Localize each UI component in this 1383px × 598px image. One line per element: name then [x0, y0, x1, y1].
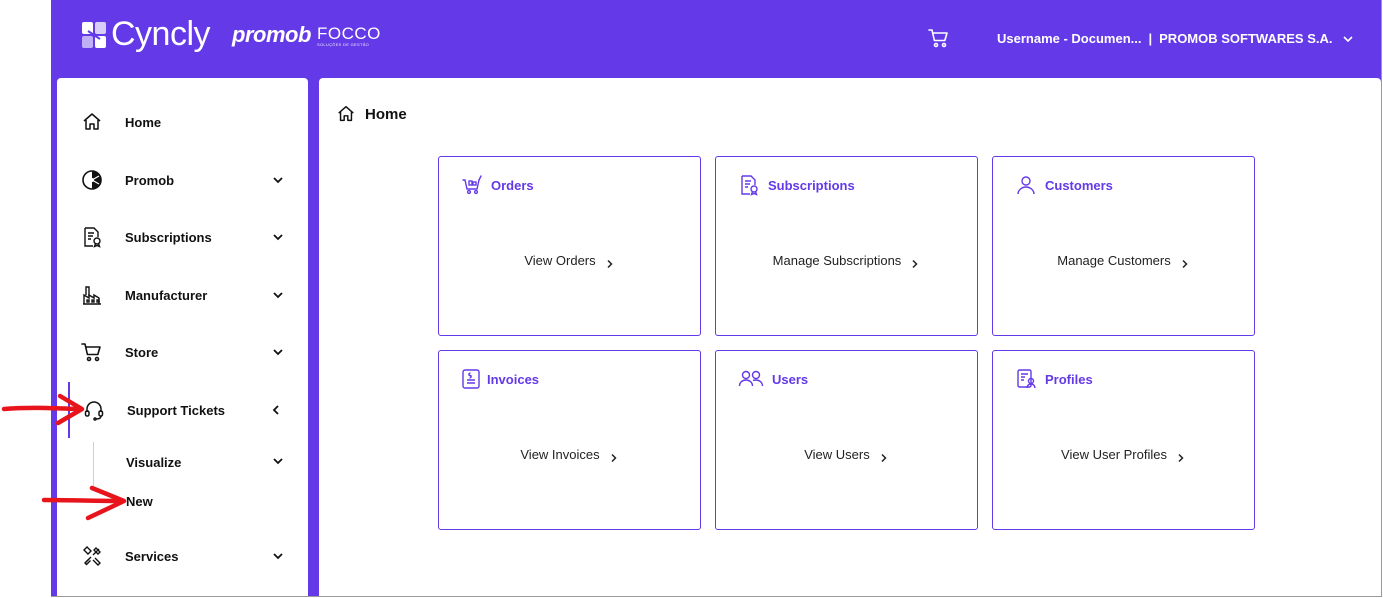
home-icon — [336, 104, 356, 124]
profiles-icon — [1015, 368, 1037, 390]
card-title: Users — [772, 371, 809, 387]
sidebar-item-subscriptions[interactable]: Subscriptions — [57, 217, 308, 257]
sidebar-item-services[interactable]: Services — [57, 536, 308, 576]
card-title: Orders — [491, 177, 534, 193]
annotation-arrow-icon — [41, 485, 127, 521]
users-icon — [738, 368, 764, 390]
subscriptions-icon — [738, 174, 760, 196]
promob-logo: promob — [232, 22, 311, 47]
sidebar-item-label: Manufacturer — [125, 287, 208, 303]
chevron-right-icon — [605, 256, 615, 268]
top-bar: Cyncly promob FOCCO SOLUÇÕES DE GESTÃO U… — [51, 0, 1381, 78]
cart-button[interactable] — [927, 26, 951, 50]
view-user-profiles-link[interactable]: View User Profiles — [993, 447, 1254, 462]
sidebar-item-home[interactable]: Home — [57, 102, 308, 142]
card-action-label: View Invoices — [520, 447, 600, 462]
sidebar-item-label: Promob — [125, 172, 175, 188]
card-orders: Orders View Orders — [438, 156, 701, 336]
chevron-down-icon — [271, 173, 285, 187]
username-label: Username - Documen... — [997, 31, 1142, 46]
card-title: Customers — [1045, 177, 1113, 193]
page-title-text: Home — [365, 105, 407, 123]
cart-icon — [81, 341, 103, 363]
cart-icon — [927, 29, 951, 54]
annotation-arrow-icon — [1, 393, 85, 426]
chevron-right-icon — [1180, 256, 1190, 268]
sidebar-item-label: Store — [125, 344, 159, 360]
invoice-icon — [461, 368, 481, 390]
chevron-right-icon — [910, 256, 920, 268]
card-invoices: Invoices View Invoices — [438, 350, 701, 530]
tools-icon — [81, 545, 103, 567]
card-users: Users View Users — [715, 350, 978, 530]
chevron-down-icon — [271, 288, 285, 302]
sidebar-item-label: Subscriptions — [125, 229, 212, 245]
card-title: Subscriptions — [768, 177, 855, 193]
card-header: Users — [738, 368, 808, 390]
promob-icon — [81, 169, 103, 191]
sidebar-item-support-tickets[interactable]: Support Tickets — [57, 390, 308, 430]
app-window: Cyncly promob FOCCO SOLUÇÕES DE GESTÃO U… — [51, 0, 1382, 597]
company-label: PROMOB SOFTWARES S.A. — [1159, 31, 1333, 46]
manage-subscriptions-link[interactable]: Manage Subscriptions — [716, 253, 977, 268]
chevron-left-icon — [269, 403, 283, 417]
card-header: Profiles — [1015, 368, 1093, 390]
submenu-item-visualize[interactable]: Visualize — [126, 455, 181, 470]
card-title: Invoices — [487, 371, 540, 387]
card-header: Customers — [1015, 174, 1113, 196]
view-users-link[interactable]: View Users — [716, 447, 977, 462]
cyncly-logo-mark-icon — [81, 21, 107, 49]
orders-icon — [461, 174, 483, 196]
card-customers: Customers Manage Customers — [992, 156, 1255, 336]
chevron-right-icon — [609, 450, 619, 462]
focco-logo-text: FOCCO — [317, 24, 381, 43]
card-profiles: Profiles View User Profiles — [992, 350, 1255, 530]
sidebar-item-label: Support Tickets — [127, 402, 226, 418]
chevron-right-icon — [1176, 450, 1186, 462]
focco-logo: FOCCO SOLUÇÕES DE GESTÃO — [317, 25, 381, 47]
chevron-down-icon — [271, 549, 285, 563]
manage-customers-link[interactable]: Manage Customers — [993, 253, 1254, 268]
view-orders-link[interactable]: View Orders — [439, 253, 700, 268]
card-action-label: Manage Subscriptions — [772, 253, 902, 268]
chevron-down-icon — [1342, 33, 1354, 45]
factory-icon — [81, 284, 103, 306]
card-header: Subscriptions — [738, 174, 855, 196]
brand-name: Cyncly — [111, 15, 211, 53]
sidebar-item-store[interactable]: Store — [57, 332, 308, 372]
view-invoices-link[interactable]: View Invoices — [439, 447, 700, 462]
sidebar-item-manufacturer[interactable]: Manufacturer — [57, 275, 308, 315]
card-action-label: View Orders — [524, 253, 596, 268]
submenu-line — [93, 442, 94, 486]
card-action-label: View Users — [804, 447, 870, 462]
customer-icon — [1015, 174, 1037, 196]
card-subscriptions: Subscriptions Manage Subscriptions — [715, 156, 978, 336]
card-action-label: Manage Customers — [1057, 253, 1171, 268]
subscriptions-icon — [81, 226, 103, 248]
chevron-down-icon — [271, 345, 285, 359]
sidebar-item-label: Services — [125, 548, 179, 564]
main-content: Home Orders View Orders Subscriptions Ma… — [319, 78, 1381, 596]
page-title: Home — [336, 104, 407, 124]
user-account-menu[interactable]: Username - Documen... | PROMOB SOFTWARES… — [997, 31, 1354, 46]
chevron-down-icon — [271, 454, 285, 468]
home-icon — [81, 111, 103, 133]
card-header: Invoices — [461, 368, 539, 390]
user-separator: | — [1148, 31, 1153, 46]
sidebar-item-promob[interactable]: Promob — [57, 160, 308, 200]
card-header: Orders — [461, 174, 534, 196]
cyncly-logo[interactable]: Cyncly — [81, 15, 211, 54]
card-action-label: View User Profiles — [1061, 447, 1167, 462]
card-title: Profiles — [1045, 371, 1093, 387]
focco-tagline: SOLUÇÕES DE GESTÃO — [317, 42, 370, 47]
chevron-down-icon — [271, 230, 285, 244]
chevron-right-icon — [879, 450, 889, 462]
submenu-item-label: Visualize — [126, 455, 182, 470]
sidebar-item-label: Home — [125, 114, 162, 130]
